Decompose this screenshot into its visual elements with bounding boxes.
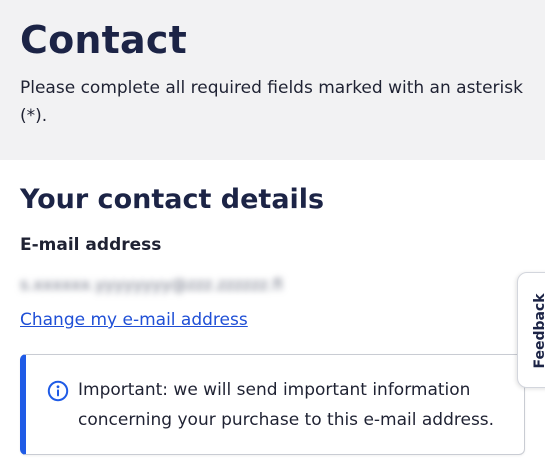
feedback-button[interactable]: Feedback — [517, 272, 545, 388]
contact-page: Contact Please complete all required fie… — [0, 0, 545, 473]
page-title: Contact — [20, 18, 187, 62]
change-email-link[interactable]: Change my e-mail address — [20, 308, 248, 332]
email-value: s.xxxxxx.yyyyyyyy@zzz.zzzzzz.fi — [20, 275, 283, 294]
info-icon — [47, 380, 69, 402]
notice-text: Important: we will send important inform… — [78, 380, 495, 430]
required-fields-note: Please complete all required fields mark… — [20, 78, 523, 126]
important-notice: Important: we will send important inform… — [20, 354, 525, 455]
feedback-label: Feedback — [532, 293, 545, 369]
page-header: Contact Please complete all required fie… — [0, 0, 545, 160]
section-title-contact-details: Your contact details — [20, 184, 325, 215]
email-label: E-mail address — [20, 235, 162, 255]
